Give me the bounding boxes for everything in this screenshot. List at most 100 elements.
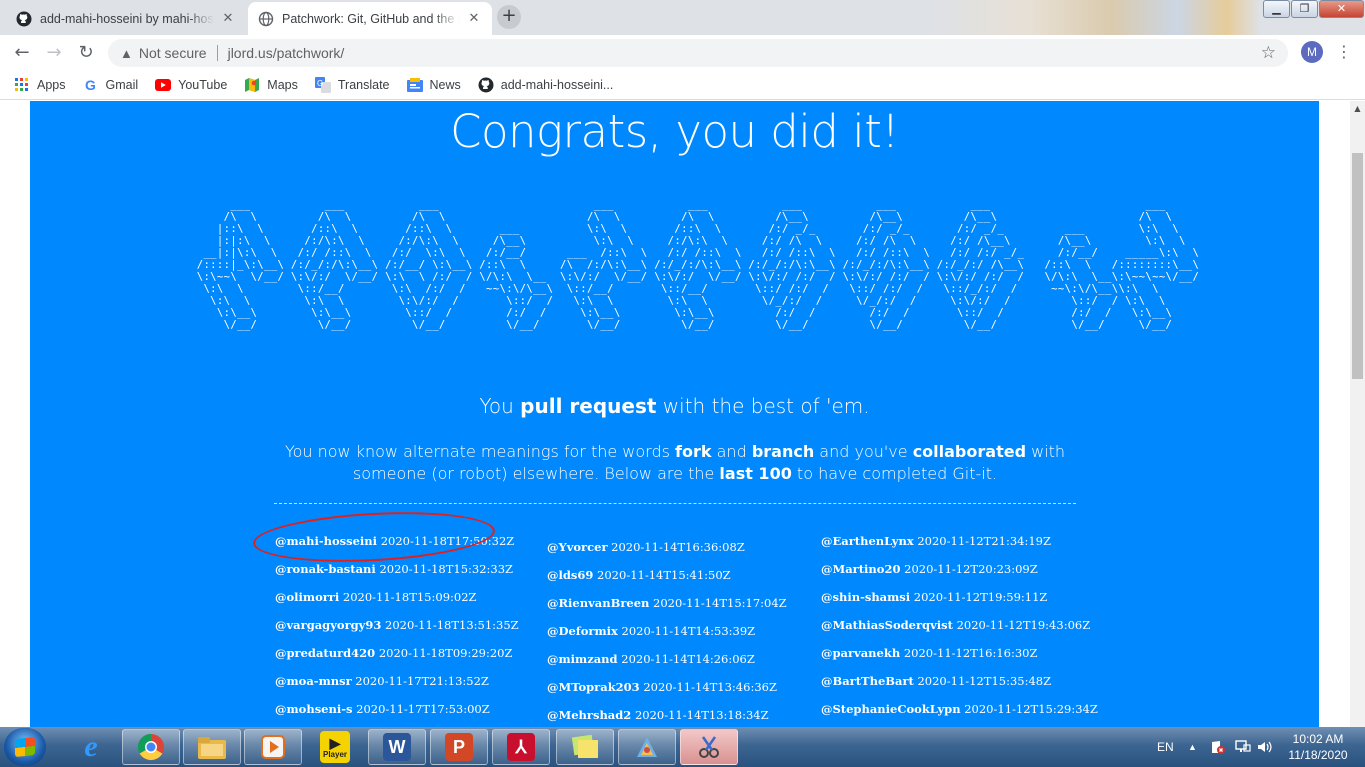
- player-icon[interactable]: ▶ Player: [306, 729, 364, 765]
- completer-username[interactable]: @EarthenLynx: [821, 534, 914, 548]
- back-arrow-icon[interactable]: ←: [8, 39, 36, 67]
- bookmark-maps[interactable]: Maps: [244, 77, 298, 93]
- browser-toolbar: ← → ↻ ▲ Not secure jlord.us/patchwork/ ☆: [0, 35, 1365, 70]
- snipping-tool-icon[interactable]: [618, 729, 676, 765]
- completer-username[interactable]: @Martino20: [821, 562, 900, 576]
- lead-text-bold: pull request: [520, 394, 657, 418]
- menu-icon[interactable]: ⋮: [1336, 41, 1352, 63]
- profile-avatar[interactable]: M: [1301, 41, 1323, 63]
- url-text: jlord.us/patchwork/: [227, 45, 345, 61]
- completer-entry: @EarthenLynx 2020-11-12T21:34:19Z: [821, 531, 1098, 559]
- completer-username[interactable]: @predaturd420: [275, 646, 375, 660]
- lead-text-part: You: [479, 394, 521, 418]
- media-player-icon[interactable]: [244, 729, 302, 765]
- completer-username[interactable]: @Yvorcer: [547, 540, 608, 554]
- start-button[interactable]: [4, 728, 46, 766]
- new-tab-button[interactable]: +: [497, 5, 521, 29]
- completer-username[interactable]: @mimzand: [547, 652, 618, 666]
- bookmark-github[interactable]: add-mahi-hosseini...: [478, 77, 613, 93]
- completer-timestamp: 2020-11-12T16:16:30Z: [903, 646, 1038, 660]
- scroll-up-icon[interactable]: ▲: [1350, 101, 1365, 116]
- paint-icon[interactable]: [680, 729, 738, 765]
- clock-date: 11/18/2020: [1288, 748, 1348, 762]
- divider: [216, 45, 218, 61]
- completer-username[interactable]: @parvanekh: [821, 646, 900, 660]
- clock-time: 10:02 AM: [1292, 732, 1344, 746]
- completer-username[interactable]: @RienvanBreen: [547, 596, 649, 610]
- tab-patchwork[interactable]: Patchwork: Git, GitHub and the Patchwork…: [248, 2, 492, 35]
- completer-entry: @shin-shamsi 2020-11-12T19:59:11Z: [821, 587, 1098, 615]
- chrome-icon[interactable]: [122, 729, 180, 765]
- completer-username[interactable]: @StephanieCookLypn: [821, 702, 961, 716]
- bookmark-label: News: [429, 77, 461, 92]
- bookmark-news[interactable]: News: [406, 77, 461, 93]
- completer-timestamp: 2020-11-14T13:18:34Z: [634, 708, 769, 722]
- completer-entry: @StephanieCookLypn 2020-11-12T15:29:34Z: [821, 699, 1098, 727]
- bookmark-translate[interactable]: G Translate: [314, 76, 390, 93]
- powerpoint-icon[interactable]: P: [430, 729, 488, 765]
- completer-username[interactable]: @MathiasSoderqvist: [821, 618, 953, 632]
- maximize-button[interactable]: ❐: [1291, 0, 1318, 18]
- dashed-divider: [274, 503, 1076, 504]
- completer-entry: @moa-mnsr 2020-11-17T21:13:52Z: [275, 671, 519, 699]
- completer-timestamp: 2020-11-12T15:29:34Z: [964, 702, 1098, 716]
- bookmark-label: Gmail: [105, 77, 139, 92]
- completer-timestamp: 2020-11-18T09:29:20Z: [378, 646, 513, 660]
- completer-username[interactable]: @Mehrshad2: [547, 708, 631, 722]
- volume-icon[interactable]: [1257, 727, 1273, 767]
- apps-grid-icon: [14, 77, 30, 93]
- lead-text: You pull request with the best of 'em.: [30, 394, 1319, 418]
- completer-username[interactable]: @Deformix: [547, 624, 618, 638]
- svg-text:G: G: [317, 79, 323, 88]
- completer-timestamp: 2020-11-12T19:59:11Z: [913, 590, 1048, 604]
- completer-username[interactable]: @moa-mnsr: [275, 674, 352, 688]
- bookmark-gmail[interactable]: G Gmail: [83, 77, 139, 93]
- completer-entry: @BartTheBart 2020-11-12T15:35:48Z: [821, 671, 1098, 699]
- completer-username[interactable]: @ronak-bastani: [275, 562, 376, 576]
- sticky-notes-icon[interactable]: [556, 729, 614, 765]
- completer-timestamp: 2020-11-14T16:36:08Z: [611, 540, 745, 554]
- action-center-icon[interactable]: [1210, 727, 1226, 767]
- completer-username[interactable]: @mohseni-s: [275, 702, 352, 716]
- tab-strip: add-mahi-hosseini by mahi-hosseini ✕ Pat…: [0, 0, 1365, 35]
- tab-title: add-mahi-hosseini by mahi-hosseini: [40, 11, 214, 26]
- page-viewport: Congrats, you did it! ___ ___ ___ ___ __…: [0, 101, 1350, 727]
- close-icon[interactable]: ✕: [220, 11, 236, 27]
- reload-icon[interactable]: ↻: [72, 39, 100, 67]
- network-icon[interactable]: [1235, 727, 1251, 767]
- paragraph-bold: collaborated: [912, 442, 1027, 461]
- completer-timestamp: 2020-11-12T21:34:19Z: [917, 534, 1051, 548]
- warning-icon[interactable]: ▲: [120, 46, 133, 61]
- bookmark-apps[interactable]: Apps: [14, 77, 66, 93]
- address-bar[interactable]: ▲ Not secure jlord.us/patchwork/ ☆: [108, 39, 1288, 67]
- completer-username[interactable]: @olimorri: [275, 590, 339, 604]
- completer-username[interactable]: @shin-shamsi: [821, 590, 910, 604]
- internet-explorer-icon[interactable]: e: [62, 729, 120, 765]
- show-hidden-icons-icon[interactable]: ▲: [1188, 727, 1197, 767]
- completer-timestamp: 2020-11-12T20:23:09Z: [904, 562, 1038, 576]
- minimize-button[interactable]: ▁: [1263, 0, 1290, 18]
- bookmark-star-icon[interactable]: ☆: [1261, 43, 1276, 63]
- completer-username[interactable]: @BartTheBart: [821, 674, 914, 688]
- word-icon[interactable]: W: [368, 729, 426, 765]
- forward-arrow-icon[interactable]: →: [40, 39, 68, 67]
- scrollbar-thumb[interactable]: [1352, 153, 1363, 379]
- close-icon[interactable]: ✕: [466, 11, 482, 27]
- completer-username[interactable]: @vargagyorgy93: [275, 618, 381, 632]
- language-indicator[interactable]: EN: [1157, 727, 1174, 767]
- close-window-button[interactable]: ✕: [1319, 0, 1364, 18]
- player-label: Player: [322, 749, 348, 759]
- acrobat-icon[interactable]: ⅄: [492, 729, 550, 765]
- bookmark-label: Apps: [37, 77, 66, 92]
- bookmark-youtube[interactable]: YouTube: [155, 77, 227, 93]
- system-clock[interactable]: 10:02 AM 11/18/2020: [1278, 731, 1358, 763]
- ascii-art-banner: ___ ___ ___ ___ ___ ___ ___ ___ ___ /\ \…: [196, 199, 1200, 331]
- news-icon: [406, 77, 423, 93]
- vertical-scrollbar[interactable]: ▲: [1350, 101, 1365, 727]
- windows-logo-icon: [15, 736, 35, 758]
- tab-github[interactable]: add-mahi-hosseini by mahi-hosseini ✕: [6, 2, 246, 35]
- completer-entry: @Deformix 2020-11-14T14:53:39Z: [547, 621, 787, 649]
- completer-username[interactable]: @MToprak203: [547, 680, 640, 694]
- completer-username[interactable]: @lds69: [547, 568, 593, 582]
- file-explorer-icon[interactable]: [183, 729, 241, 765]
